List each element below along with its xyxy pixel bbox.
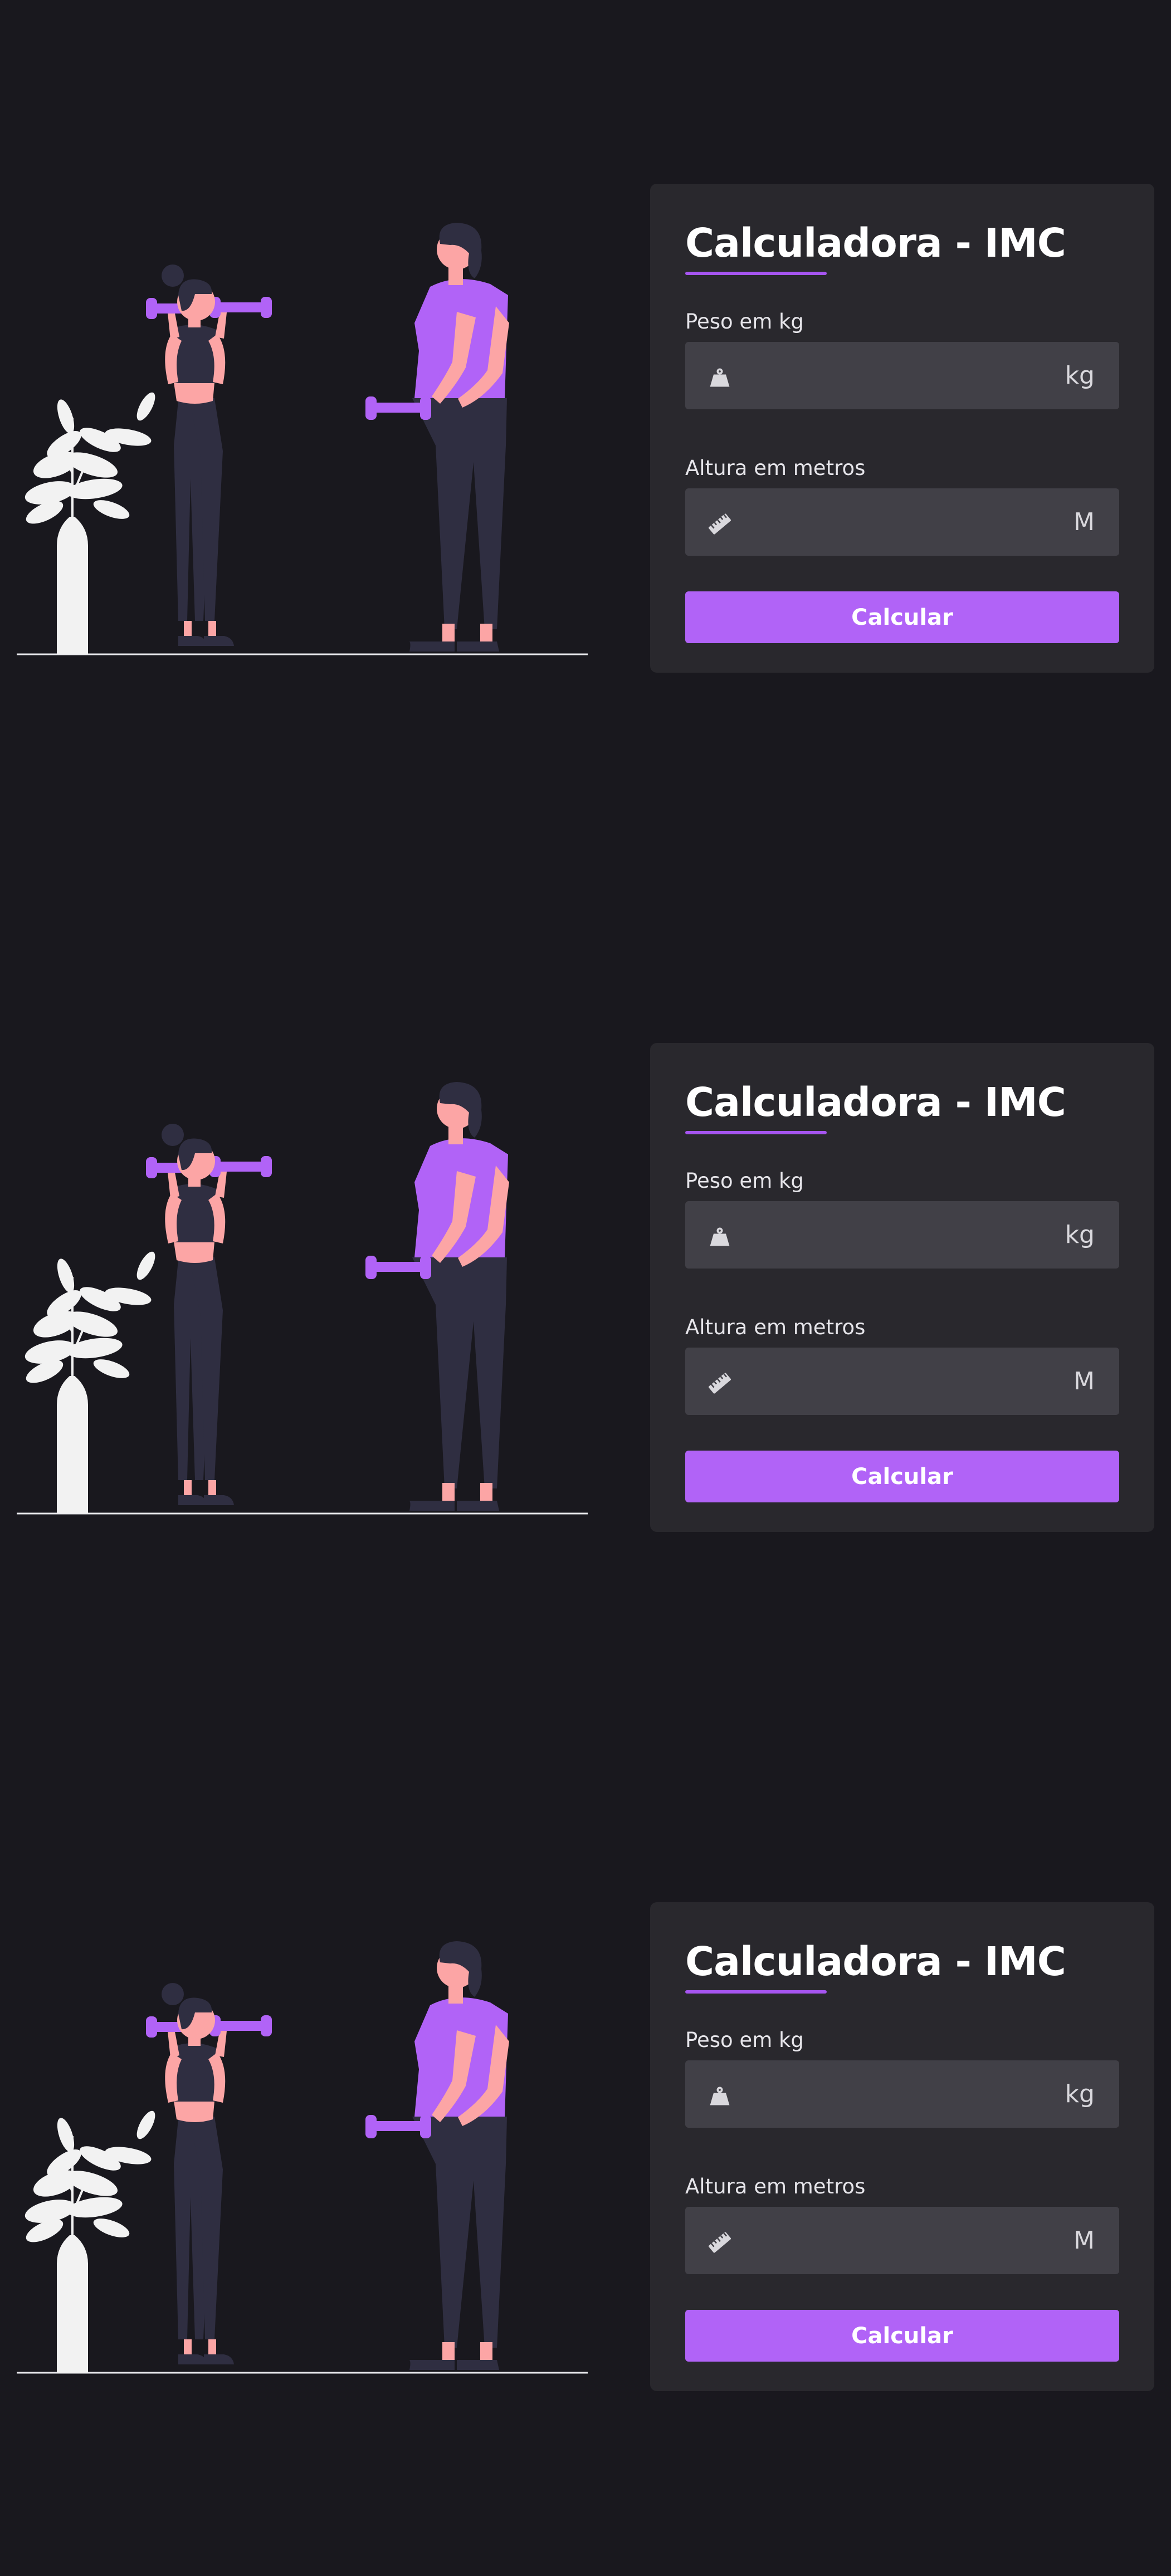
height-input[interactable] — [748, 488, 1026, 556]
weight-input[interactable] — [748, 1201, 1026, 1269]
calculator-section: Calculadora - IMC Peso em kg kg Altura e… — [0, 184, 1171, 685]
fitness-illustration — [17, 1940, 588, 2374]
height-unit: M — [1074, 508, 1095, 536]
calculate-button[interactable]: Calcular — [685, 591, 1119, 643]
title-underline — [685, 272, 827, 275]
height-input[interactable] — [748, 2207, 1026, 2274]
calculator-card: Calculadora - IMC Peso em kg kg Altura e… — [650, 1902, 1154, 2391]
weight-input-group: kg — [685, 1201, 1119, 1269]
ruler-icon — [708, 513, 731, 535]
page-title: Calculadora - IMC — [685, 1079, 1066, 1125]
weight-unit: kg — [1065, 2080, 1095, 2108]
calculator-card: Calculadora - IMC Peso em kg kg Altura e… — [650, 184, 1154, 673]
calculate-button[interactable]: Calcular — [685, 2310, 1119, 2362]
height-label: Altura em metros — [685, 2175, 866, 2198]
weight-icon — [710, 368, 730, 387]
ruler-icon — [708, 2232, 731, 2253]
title-underline — [685, 1131, 827, 1134]
height-input-group: M — [685, 2207, 1119, 2274]
page: Calculadora - IMC Peso em kg kg Altura e… — [0, 0, 1171, 2576]
height-label: Altura em metros — [685, 456, 866, 480]
weight-input-group: kg — [685, 342, 1119, 409]
ruler-icon — [708, 1373, 731, 1394]
fitness-illustration — [17, 222, 588, 655]
height-input-group: M — [685, 1348, 1119, 1415]
fitness-illustration — [17, 1081, 588, 1515]
page-title: Calculadora - IMC — [685, 220, 1066, 266]
height-input[interactable] — [748, 1348, 1026, 1415]
height-input-group: M — [685, 488, 1119, 556]
weight-icon — [710, 2087, 730, 2105]
title-underline — [685, 1990, 827, 1994]
weight-input[interactable] — [748, 2060, 1026, 2128]
calculator-section: Calculadora - IMC Peso em kg kg Altura e… — [0, 1902, 1171, 2403]
weight-label: Peso em kg — [685, 2028, 804, 2052]
height-label: Altura em metros — [685, 1315, 866, 1339]
height-unit: M — [1074, 2226, 1095, 2255]
weight-input-group: kg — [685, 2060, 1119, 2128]
height-unit: M — [1074, 1367, 1095, 1395]
weight-input[interactable] — [748, 342, 1026, 409]
weight-label: Peso em kg — [685, 1169, 804, 1193]
calculator-card: Calculadora - IMC Peso em kg kg Altura e… — [650, 1043, 1154, 1532]
weight-icon — [710, 1227, 730, 1246]
weight-unit: kg — [1065, 1221, 1095, 1249]
weight-label: Peso em kg — [685, 310, 804, 334]
weight-unit: kg — [1065, 361, 1095, 390]
page-title: Calculadora - IMC — [685, 1938, 1066, 1985]
calculator-section: Calculadora - IMC Peso em kg kg Altura e… — [0, 1043, 1171, 1544]
calculate-button[interactable]: Calcular — [685, 1451, 1119, 1502]
